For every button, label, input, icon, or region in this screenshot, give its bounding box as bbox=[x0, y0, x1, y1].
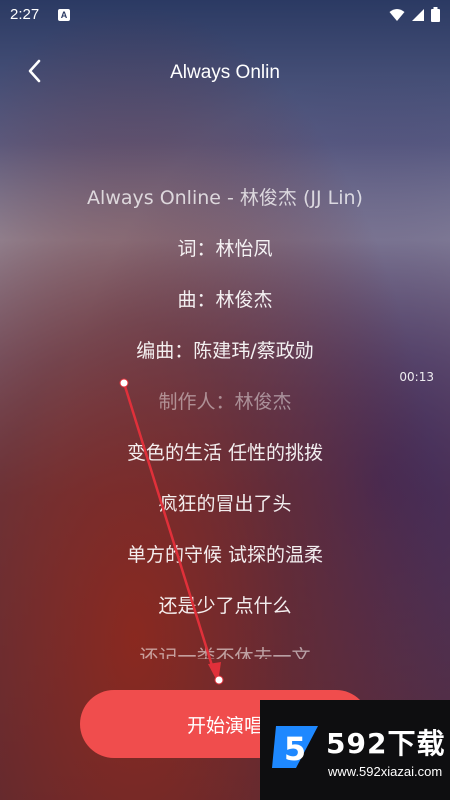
song-title: Always Onlin bbox=[170, 62, 280, 83]
logo-glyph: 5 bbox=[284, 730, 306, 768]
site-url: www.592xiazai.com bbox=[328, 764, 443, 779]
playback-time: 00:13 bbox=[399, 370, 434, 384]
lyric-line: 词：林怡凤 bbox=[177, 238, 273, 260]
battery-icon bbox=[431, 7, 440, 22]
lyric-line: 还记一类不休去一文 bbox=[139, 646, 311, 659]
lyric-line: 变色的生活 任性的挑拨 bbox=[126, 442, 324, 464]
status-bar: 2:27 A bbox=[0, 0, 450, 32]
system-icons bbox=[389, 7, 440, 22]
wifi-icon bbox=[389, 8, 405, 22]
lyric-line: Always Online - 林俊杰 (JJ Lin) bbox=[87, 187, 363, 209]
lyrics-list[interactable]: Always Online - 林俊杰 (JJ Lin) 词：林怡凤 曲：林俊杰… bbox=[0, 180, 450, 659]
watermark: 5 592下载 www.592xiazai.com bbox=[260, 700, 450, 800]
title-bar: Always Onlin bbox=[0, 50, 450, 96]
lyric-line-current: 制作人：林俊杰 bbox=[158, 391, 292, 413]
status-time: 2:27 bbox=[10, 6, 40, 23]
signal-icon bbox=[411, 8, 425, 22]
lyric-line: 单方的守候 试探的温柔 bbox=[126, 544, 324, 566]
lyric-line: 还是少了点什么 bbox=[158, 595, 292, 617]
site-brand: 592下载 bbox=[326, 727, 446, 760]
lyric-line: 编曲：陈建玮/蔡政勋 bbox=[136, 340, 314, 362]
notification-badge: A bbox=[58, 9, 70, 21]
lyric-line: 疯狂的冒出了头 bbox=[158, 493, 292, 515]
lyric-line: 曲：林俊杰 bbox=[177, 289, 273, 311]
site-logo-icon: 5 bbox=[272, 726, 318, 768]
start-singing-label: 开始演唱 bbox=[186, 714, 263, 737]
